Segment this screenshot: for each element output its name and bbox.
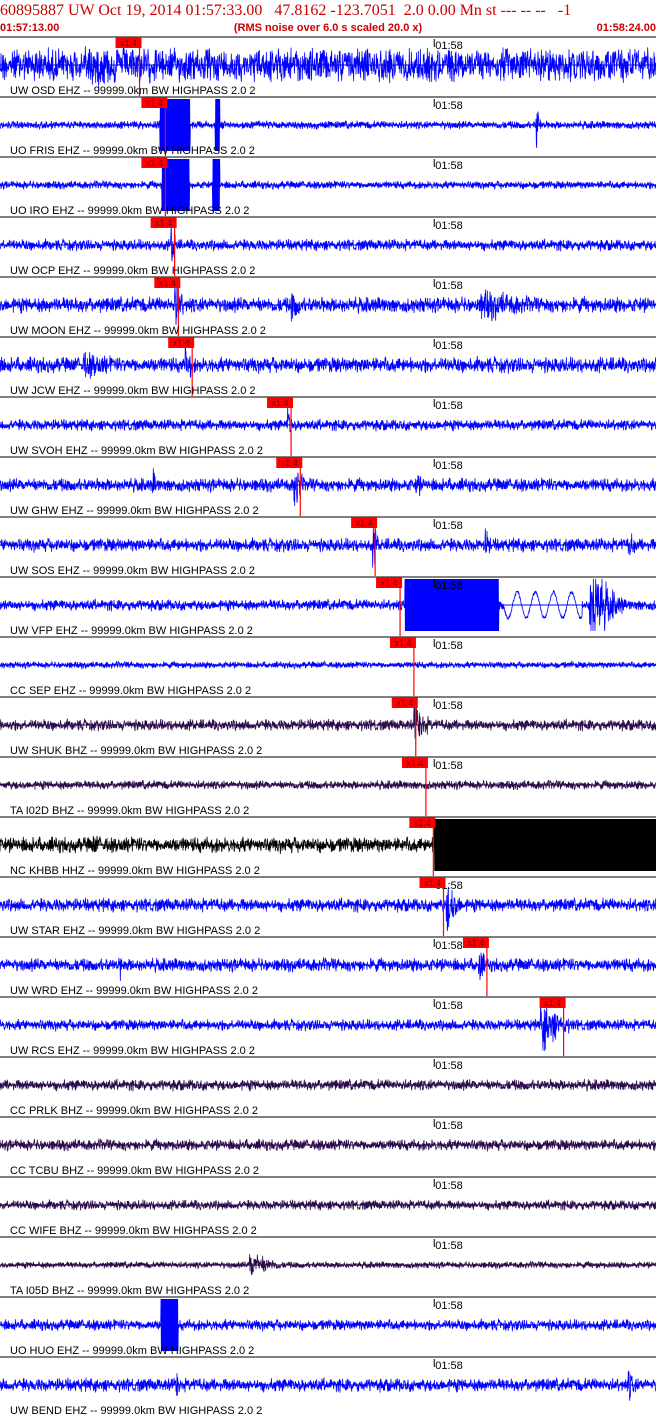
station-label: CC SEP EHZ -- 99999.0km BW HIGHPASS 2.0 … (10, 685, 251, 697)
pick-flag-label: x1.4 (414, 818, 431, 828)
waveform-trace (0, 468, 656, 507)
pick-flag-label: x1.4 (146, 158, 163, 168)
minute-tick-label: 01:58 (435, 340, 463, 352)
station-label: UW VFP EHZ -- 99999.0km BW HIGHPASS 2.0 … (10, 625, 253, 637)
waveform-trace (0, 952, 656, 982)
trace-row: 01:58 CC PRLK BHZ -- 99999.0km BW HIGHPAS… (0, 1056, 656, 1117)
minute-tick-label: 01:58 (435, 940, 463, 952)
pick-flag-label: x1.4 (173, 338, 190, 348)
station-label: CC WIFE BHZ -- 99999.0km BW HIGHPASS 2.0… (10, 1225, 257, 1237)
station-label: CC PRLK BHZ -- 99999.0km BW HIGHPASS 2.0… (10, 1105, 258, 1117)
trace-row: 01:58 x1.4 CC SEP EHZ -- 99999.0km BW HIGH… (0, 636, 656, 697)
pick-flag-label: x1.4 (544, 998, 561, 1008)
trace-row: 01:58 x1.4 UW JCW EHZ -- 99999.0km BW HIGH… (0, 336, 656, 397)
pick-flag-label: x1.4 (424, 878, 441, 888)
minute-tick-label: 01:58 (435, 760, 463, 772)
waveform-trace (0, 45, 656, 89)
station-label: UW SVOH EHZ -- 99999.0km BW HIGHPASS 2.0… (10, 445, 263, 457)
waveform-trace (0, 700, 656, 739)
pick-flag-label: x1.4 (406, 758, 423, 768)
trace-row: 01:58 x1.4 UW SVOH EHZ -- 99999.0km BW HIG… (0, 396, 656, 457)
trace-row: 01:58 CC TCBU BHZ -- 99999.0km BW HIGHPAS… (0, 1116, 656, 1177)
minute-tick-label: 01:58 (435, 280, 463, 292)
pick-flag-label: x1.4 (120, 38, 137, 48)
waveform-trace (0, 338, 656, 379)
trace-row: 01:58 CC WIFE BHZ -- 99999.0km BW HIGHPAS… (0, 1176, 656, 1237)
trace-row: 01:58 x1.4 UW VFP EHZ -- 99999.0km BW HIGH… (0, 576, 656, 637)
minute-tick-label: 01:58 (435, 220, 463, 232)
station-label: TA I02D BHZ -- 99999.0km BW HIGHPASS 2.0… (10, 805, 249, 817)
waveform-trace (0, 527, 656, 568)
station-label: UO HUO EHZ -- 99999.0km BW HIGHPASS 2.0 … (10, 1345, 254, 1357)
pick-flag-label: x1.4 (394, 638, 411, 648)
station-label: TA I05D BHZ -- 99999.0km BW HIGHPASS 2.0… (10, 1285, 249, 1297)
trace-row: 01:58 x1.4 UO FRIS EHZ -- 99999.0km BW HIG… (0, 96, 656, 157)
station-label: UW SHUK BHZ -- 99999.0km BW HIGHPASS 2.0… (10, 745, 262, 757)
seismogram-chart: 01:58x1.4UW OSD EHZ -- 99999.0km BW HIGH… (0, 36, 656, 1417)
trace-row: 01:58 x1.4 UW RCS EHZ -- 99999.0km BW HIGH… (0, 996, 656, 1057)
pick-flag-label: x1.4 (155, 218, 172, 228)
trace-row: 01:58 x1.4 UW OSD EHZ -- 99999.0km BW HIGH… (0, 36, 656, 97)
pick-flag-label: x1.4 (281, 458, 298, 468)
minute-tick-label: 01:58 (435, 1300, 463, 1312)
trace-row: 01:58 x1.4 TA I02D BHZ -- 99999.0km BW HIG… (0, 756, 656, 817)
trace-row: 01:58 x1.4 UO IRO EHZ -- 99999.0km BW HIGH… (0, 156, 656, 217)
minute-tick-label: 01:58 (435, 160, 463, 172)
minute-tick-label: 01:58 (435, 460, 463, 472)
trace-row: 01:58 x1.4 UW SHUK BHZ -- 99999.0km BW HIG… (0, 696, 656, 757)
minute-tick-label: 01:58 (435, 640, 463, 652)
minute-tick-label: 01:58 (435, 520, 463, 532)
waveform-trace (0, 226, 656, 262)
pick-flag-label: x1.4 (467, 938, 484, 948)
trace-row: 01:58 x1.4 UW OCP EHZ -- 99999.0km BW HIGH… (0, 216, 656, 277)
trace-row: 01:58 x1.4 UW GHW EHZ -- 99999.0km BW HIGH… (0, 456, 656, 517)
trace-row: 01:58 x1.4 NC KHBB HHZ -- 99999.0km BW HIG… (0, 816, 656, 877)
station-label: UW SOS EHZ -- 99999.0km BW HIGHPASS 2.0 … (10, 565, 255, 577)
waveform-trace (0, 405, 656, 433)
minute-tick-label: 01:58 (435, 400, 463, 412)
station-label: NC KHBB HHZ -- 99999.0km BW HIGHPASS 2.0… (10, 865, 260, 877)
station-label: UO FRIS EHZ -- 99999.0km BW HIGHPASS 2.0… (10, 145, 255, 157)
trace-row: 01:58 x1.4 UW SOS EHZ -- 99999.0km BW HIGH… (0, 516, 656, 577)
minute-tick-label: 01:58 (435, 1360, 463, 1372)
trace-row: 01:58 UW BEND EHZ -- 99999.0km BW HIGHPAS… (0, 1356, 656, 1417)
trace-row: 01:58x1.4UW STAR EHZ -- 99999.0km BW HIG… (0, 876, 656, 937)
minute-tick-label: 01:58 (435, 1240, 463, 1252)
station-label: CC TCBU BHZ -- 99999.0km BW HIGHPASS 2.0… (10, 1165, 259, 1177)
station-label: UW STAR EHZ -- 99999.0km BW HIGHPASS 2.0… (10, 925, 260, 937)
waveform-trace (0, 279, 656, 325)
pick-flag-label: x1.4 (159, 278, 176, 288)
minute-tick-label: 01:58 (435, 1060, 463, 1072)
minute-tick-label: 01:58 (435, 700, 463, 712)
station-label: UW WRD EHZ -- 99999.0km BW HIGHPASS 2.0 … (10, 985, 258, 997)
trace-row: 01:58 x1.4 UW MOON EHZ -- 99999.0km BW HIG… (0, 276, 656, 337)
minute-tick-label: 01:58 (435, 580, 463, 592)
minute-tick-label: 01:58 (435, 1120, 463, 1132)
trace-row: 01:58 x1.4 UW WRD EHZ -- 99999.0km BW HIGH… (0, 936, 656, 997)
minute-tick-label: 01:58 (435, 820, 463, 832)
trace-row: 01:58 UO HUO EHZ -- 99999.0km BW HIGHPASS… (0, 1296, 656, 1357)
minute-tick-label: 01:58 (435, 100, 463, 112)
pick-flag-label: x1.4 (356, 518, 373, 528)
pick-flag-label: x1.4 (272, 398, 289, 408)
station-label: UW OSD EHZ -- 99999.0km BW HIGHPASS 2.0 … (10, 85, 256, 97)
station-label: UW RCS EHZ -- 99999.0km BW HIGHPASS 2.0 … (10, 1045, 255, 1057)
station-label: UW MOON EHZ -- 99999.0km BW HIGHPASS 2.0… (10, 325, 266, 337)
station-label: UW OCP EHZ -- 99999.0km BW HIGHPASS 2.0 … (10, 265, 255, 277)
minute-tick-label: 01:58 (435, 1180, 463, 1192)
trace-row: 01:58 TA I05D BHZ -- 99999.0km BW HIGHPAS… (0, 1236, 656, 1297)
station-label: UO IRO EHZ -- 99999.0km BW HIGHPASS 2.0 … (10, 205, 249, 217)
waveform-trace (0, 1254, 656, 1275)
station-label: UW JCW EHZ -- 99999.0km BW HIGHPASS 2.0 … (10, 385, 256, 397)
pick-flag-label: x1.4 (381, 578, 398, 588)
minute-tick-label: 01:58 (435, 40, 463, 52)
station-label: UW GHW EHZ -- 99999.0km BW HIGHPASS 2.0 … (10, 505, 259, 517)
pick-flag-label: x1.4 (146, 98, 163, 108)
minute-tick-label: 01:58 (435, 1000, 463, 1012)
waveform-trace (0, 1370, 656, 1401)
pick-flag-label: x1.4 (396, 698, 413, 708)
station-label: UW BEND EHZ -- 99999.0km BW HIGHPASS 2.0… (10, 1405, 262, 1417)
